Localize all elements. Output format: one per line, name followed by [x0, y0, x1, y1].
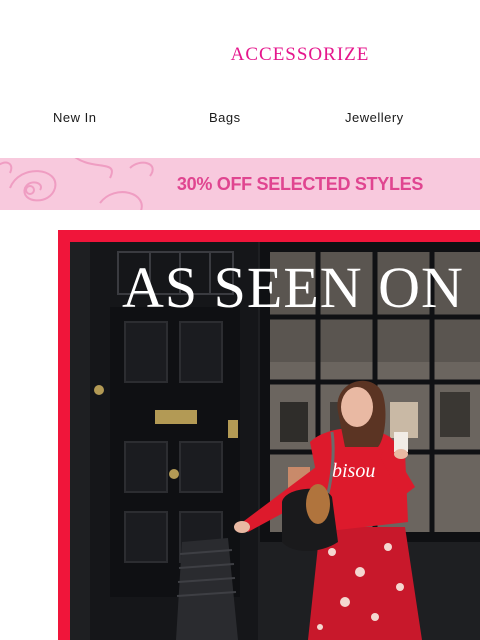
hero-banner[interactable]: bisou AS SEEN ON	[58, 230, 480, 640]
logo-text: ACCESSORIZE	[230, 44, 370, 65]
hero-headline: AS SEEN ON	[122, 255, 464, 320]
promo-text: 30% OFF SELECTED STYLES	[176, 174, 424, 194]
nav-item-jewellery[interactable]: Jewellery	[345, 110, 404, 125]
promo-banner[interactable]: 30% OFF SELECTED STYLES	[0, 158, 480, 210]
main-nav: New In Bags Jewellery	[0, 110, 480, 130]
sweater-lettering: bisou	[332, 460, 375, 482]
brand-logo[interactable]: ACCESSORIZE	[0, 44, 480, 66]
nav-item-bags[interactable]: Bags	[209, 110, 241, 125]
nav-item-new-in[interactable]: New In	[53, 110, 96, 125]
